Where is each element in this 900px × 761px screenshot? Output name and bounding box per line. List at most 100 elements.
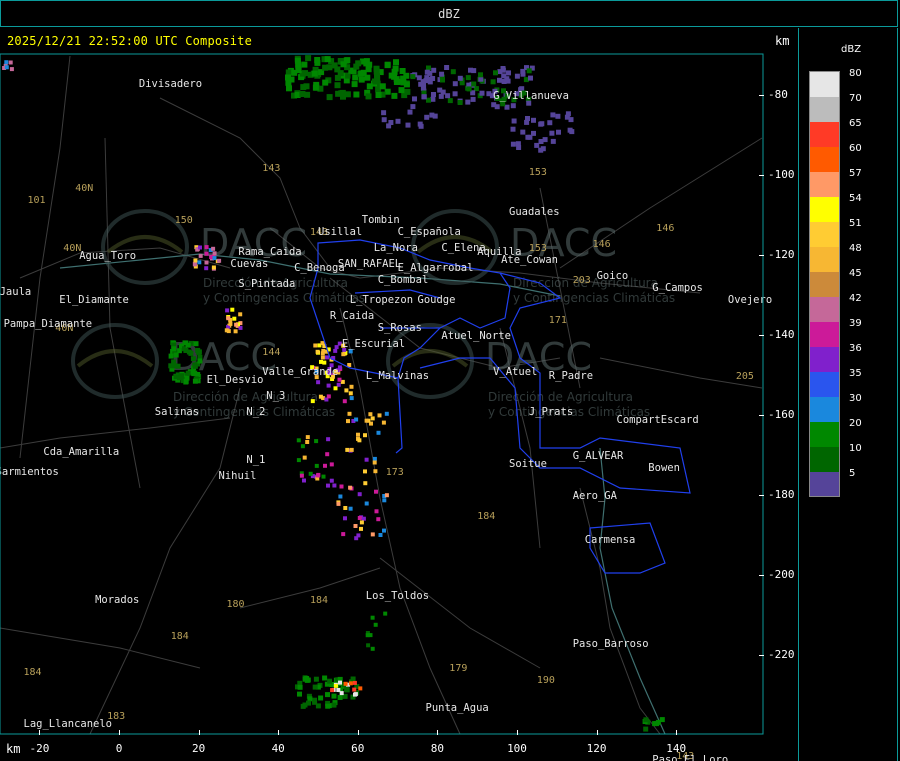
legend-label: 57 xyxy=(849,168,862,179)
place-label: Paso_El_Loro xyxy=(652,754,728,761)
radar-echo-cell xyxy=(426,76,432,82)
place-label: C_Española xyxy=(398,226,461,238)
radar-echo-cell xyxy=(500,66,506,71)
radar-echo-cell xyxy=(297,691,302,697)
radar-echo-cell xyxy=(555,113,561,119)
place-label: Ovejero xyxy=(728,294,772,306)
place-label: Valle_Grande xyxy=(262,366,338,378)
radar-echo-cell xyxy=(500,101,506,107)
place-label: G_Campos xyxy=(652,282,703,294)
radar-echo-cell xyxy=(376,517,381,522)
radar-echo-cell xyxy=(528,75,533,81)
radar-echo-cell xyxy=(325,355,329,360)
y-tick-mark xyxy=(759,335,764,336)
place-label: Nihuil xyxy=(219,470,257,482)
y-tick-label: -140 xyxy=(768,328,795,341)
radar-map[interactable]: DACC Dirección de Agricultura y Contingenc… xyxy=(0,28,797,761)
y-tick-label: -100 xyxy=(768,168,795,181)
radar-echo-cell xyxy=(359,520,364,525)
radar-echo-cell xyxy=(424,69,430,75)
radar-echo-cell xyxy=(452,91,458,97)
route-number: 150 xyxy=(175,215,193,226)
place-label: Cda_Amarilla xyxy=(43,446,119,458)
route-number: 173 xyxy=(386,467,404,478)
radar-echo-cell xyxy=(335,90,342,97)
radar-echo-cell xyxy=(372,460,377,465)
x-tick-mark xyxy=(278,730,280,735)
place-label: E_Algarrobal xyxy=(398,262,474,274)
route-number: 203 xyxy=(573,275,591,286)
place-label: Goudge xyxy=(418,294,456,306)
radar-echo-cell xyxy=(344,388,349,393)
radar-echo-cell xyxy=(398,87,405,94)
radar-echo-cell xyxy=(307,696,313,702)
map-canvas[interactable]: DACCDirección de Agriculturay Contingenc… xyxy=(0,28,797,761)
radar-echo-cell xyxy=(343,506,348,510)
radar-echo-cell xyxy=(370,646,375,651)
radar-echo-cell xyxy=(549,130,555,136)
radar-echo-cell xyxy=(493,70,498,76)
place-label: Atuel_Norte xyxy=(441,330,511,342)
legend-label: 42 xyxy=(849,293,862,304)
radar-echo-cell xyxy=(349,396,354,401)
radar-echo-cell xyxy=(198,245,202,250)
radar-echo-cell xyxy=(336,501,341,506)
radar-echo-cell xyxy=(497,77,502,83)
x-tick-mark xyxy=(517,730,518,735)
radar-echo-cell xyxy=(376,430,381,435)
radar-echo-cell xyxy=(430,96,436,102)
route-number: 153 xyxy=(529,243,547,254)
radar-echo-cell xyxy=(525,134,531,140)
radar-echo-cell xyxy=(540,146,546,152)
x-tick-mark xyxy=(596,730,598,735)
radar-echo-cell xyxy=(398,78,405,85)
place-label: Guadales xyxy=(509,206,560,218)
place-label: Sarmientos xyxy=(0,466,59,478)
radar-echo-cell xyxy=(538,139,544,144)
y-tick-mark xyxy=(759,655,764,656)
radar-echo-cell xyxy=(350,676,356,682)
radar-echo-cell xyxy=(520,71,526,77)
route-number: 144 xyxy=(262,347,280,358)
radar-echo-cell xyxy=(347,411,352,416)
radar-echo-cell xyxy=(228,321,233,326)
radar-echo-cell xyxy=(179,373,184,379)
place-label: El_Desvio xyxy=(207,374,264,386)
y-tick-mark xyxy=(759,575,764,576)
place-label: J_Prats xyxy=(529,406,573,418)
radar-echo-cell xyxy=(372,456,377,461)
place-label: Divisadero xyxy=(139,78,202,90)
radar-echo-cell xyxy=(470,96,476,102)
radar-echo-cell xyxy=(331,693,337,699)
legend-label: 80 xyxy=(849,68,862,79)
radar-echo-cell xyxy=(352,680,357,685)
watermark-line2: y Contingencias Climáticas xyxy=(203,291,365,305)
radar-echo-cell xyxy=(331,62,338,69)
place-label: Agua_Toro xyxy=(79,250,136,262)
radar-echo-cell xyxy=(418,81,424,87)
x-tick-label: 120 xyxy=(586,742,607,755)
radar-echo-cell xyxy=(404,88,411,95)
radar-echo-cell xyxy=(459,80,465,86)
radar-echo-cell xyxy=(183,378,189,384)
place-label: L_Tropezon xyxy=(350,294,413,306)
radar-echo-cell xyxy=(192,363,198,369)
radar-echo-cell xyxy=(531,130,536,136)
radar-echo-cell xyxy=(211,246,216,251)
route-number: 205 xyxy=(736,371,754,382)
radar-echo-cell xyxy=(431,92,436,97)
radar-echo-cell xyxy=(357,492,362,497)
radar-echo-cell xyxy=(539,121,545,127)
radar-echo-cell xyxy=(312,84,319,91)
radar-echo-cell xyxy=(343,516,347,521)
legend-label: 5 xyxy=(849,468,856,479)
radar-echo-cell xyxy=(447,98,453,104)
radar-echo-cell xyxy=(321,474,326,479)
legend-title: dBZ xyxy=(841,44,862,55)
radar-echo-cell xyxy=(326,94,333,101)
radar-echo-cell xyxy=(534,142,540,148)
radar-echo-cell xyxy=(4,65,9,70)
place-label: C_Bombal xyxy=(378,274,429,286)
place-label: Salinas xyxy=(155,406,199,418)
radar-echo-cell xyxy=(439,71,445,77)
